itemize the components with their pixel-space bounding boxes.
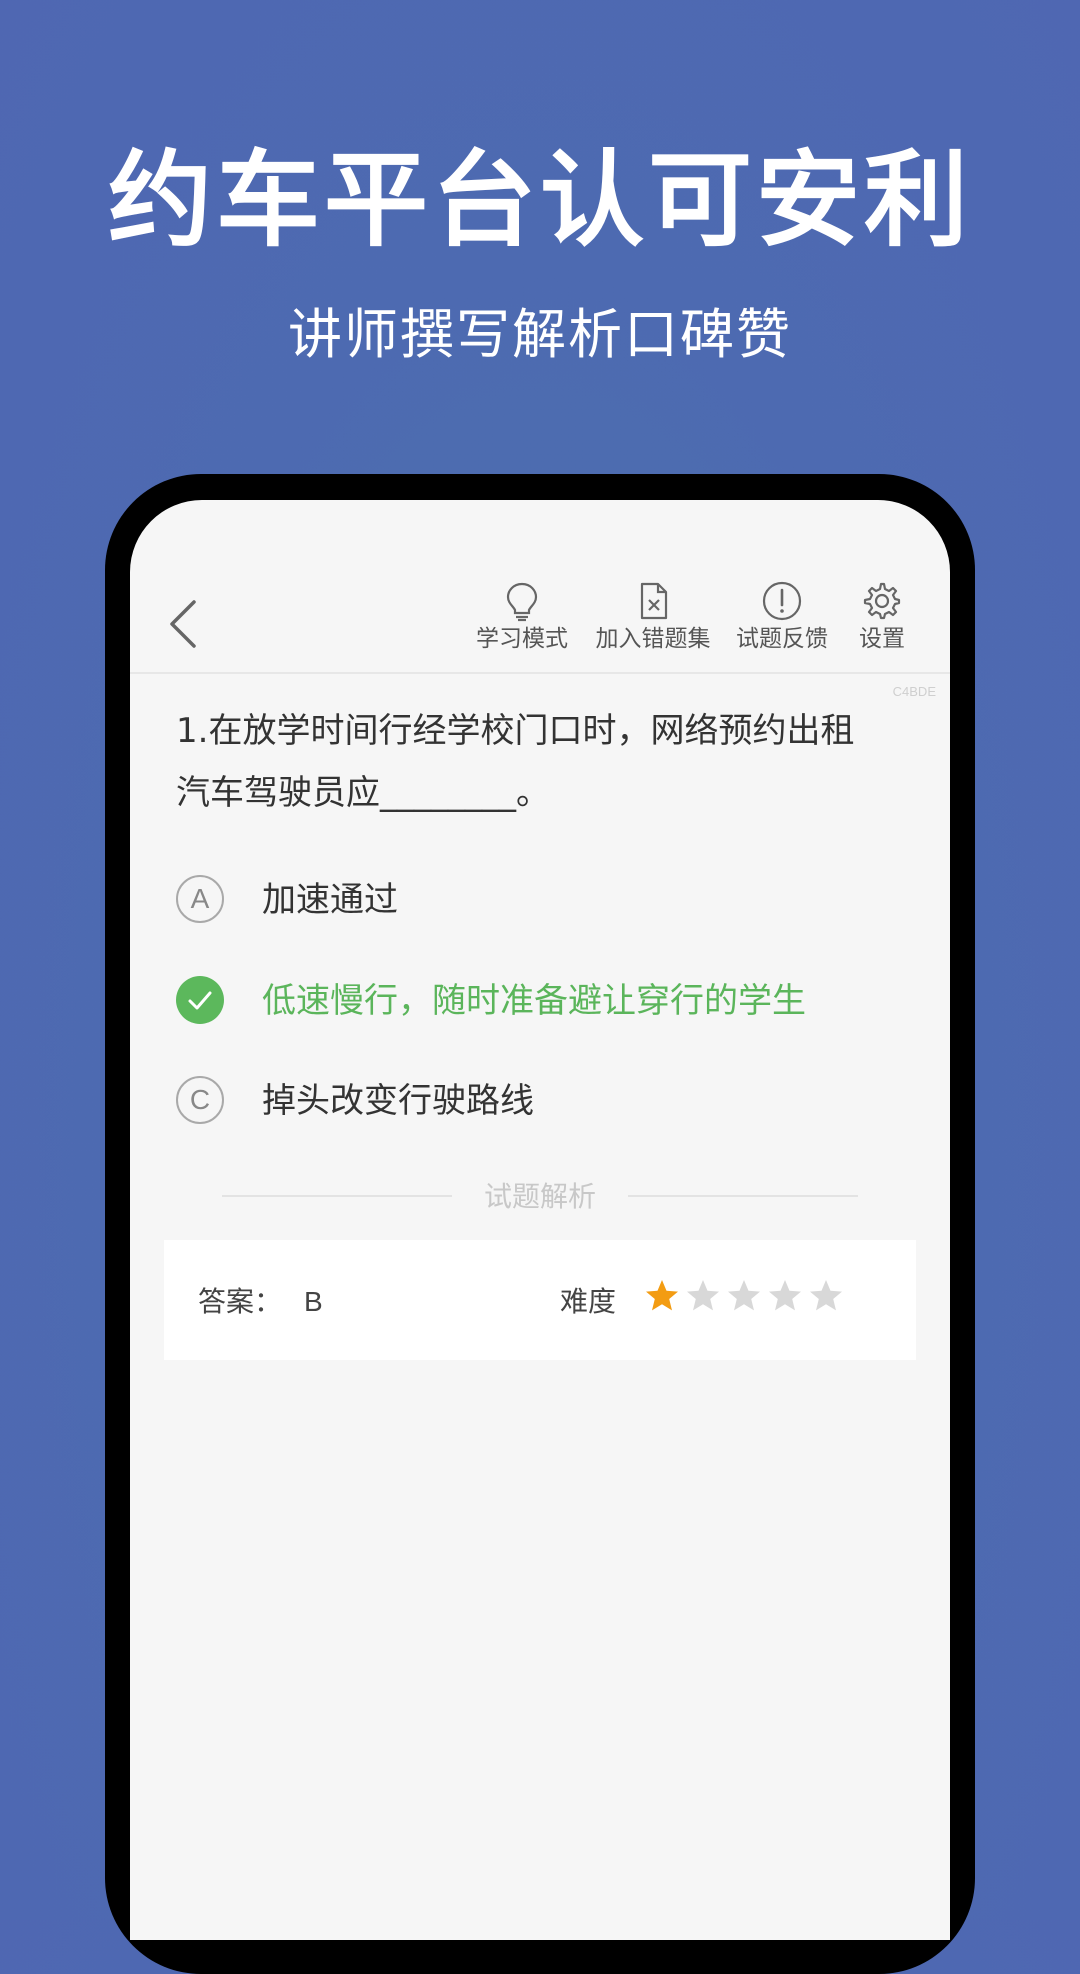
star-empty-icon: [810, 1280, 842, 1311]
study-mode-label: 学习模式: [476, 626, 568, 652]
document-x-icon: [640, 582, 668, 620]
answer-label: 答案：: [198, 1285, 283, 1318]
option-a-text: 加速通过: [262, 880, 398, 920]
option-b-text: 低速慢行，随时准备避让穿行的学生: [262, 981, 806, 1021]
exclamation-circle-icon: [762, 581, 802, 621]
hero-subtitle: 讲师撰写解析口碑赞: [288, 303, 792, 366]
question-text: 1.在放学时间行经学校门口时，网络预约出租 汽车驾驶员应________。: [176, 700, 906, 824]
study-mode-button[interactable]: 学习模式: [472, 580, 572, 654]
settings-button[interactable]: 设置: [852, 580, 912, 654]
answer-value: B: [304, 1286, 323, 1317]
phone-screen: 学习模式 加入错题集 试题反馈 设置 C4BDE 1.在放学时间行经学校门口时，…: [130, 500, 950, 1940]
option-a-letter: A: [176, 875, 224, 923]
correct-check-icon: [176, 976, 224, 1024]
gear-icon: [863, 582, 901, 620]
option-c[interactable]: C 掉头改变行驶路线: [176, 1073, 916, 1129]
option-b[interactable]: 低速慢行，随时准备避让穿行的学生: [176, 973, 916, 1029]
star-filled-icon: [646, 1280, 678, 1311]
answer-card: 答案： B 难度: [164, 1240, 916, 1360]
option-c-letter: C: [176, 1076, 224, 1124]
back-button[interactable]: [164, 594, 204, 654]
toolbar: 学习模式 加入错题集 试题反馈 设置: [130, 572, 950, 674]
settings-label: 设置: [859, 626, 905, 652]
star-empty-icon: [728, 1280, 760, 1311]
watermark-code: C4BDE: [892, 684, 936, 699]
chevron-left-icon: [170, 600, 196, 648]
option-a[interactable]: A 加速通过: [176, 872, 916, 928]
hero-title: 约车平台认可安利: [107, 139, 972, 261]
question-line-2: 汽车驾驶员应________。: [176, 773, 550, 813]
star-empty-icon: [687, 1280, 719, 1311]
star-empty-icon: [769, 1280, 801, 1311]
add-to-mistakes-button[interactable]: 加入错题集: [588, 580, 718, 654]
difficulty-label: 难度: [560, 1285, 617, 1318]
analysis-section-label: 试题解析: [483, 1180, 596, 1213]
feedback-label: 试题反馈: [736, 626, 828, 652]
feedback-button[interactable]: 试题反馈: [730, 580, 834, 654]
question-line-1: 1.在放学时间行经学校门口时，网络预约出租: [176, 711, 855, 751]
add-to-mistakes-label: 加入错题集: [595, 626, 711, 652]
lightbulb-icon: [506, 582, 538, 622]
option-c-text: 掉头改变行驶路线: [262, 1081, 534, 1121]
